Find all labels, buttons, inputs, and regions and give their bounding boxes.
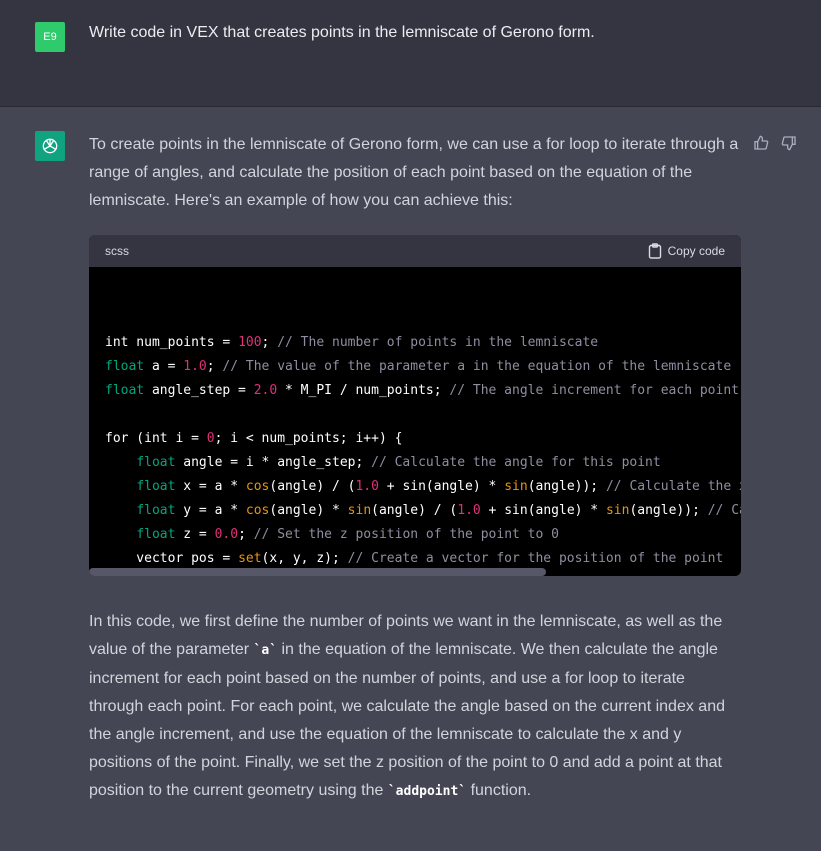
code-token: cos <box>245 479 270 494</box>
copy-code-label: Copy code <box>667 244 725 258</box>
code-token: // The angle increment for each point <box>449 383 739 398</box>
code-token: 1.0 <box>355 479 379 494</box>
code-token: y = a * <box>175 503 246 518</box>
code-content: int num_points = 100; // The number of p… <box>89 267 741 576</box>
code-token: ; <box>238 527 254 542</box>
code-token: 1.0 <box>183 359 207 374</box>
code-token: * M_PI / num_points; <box>277 383 450 398</box>
thumbs-up-icon[interactable] <box>753 135 769 151</box>
code-token: cos <box>245 503 270 518</box>
assistant-explanation: In this code, we first define the number… <box>89 608 741 806</box>
code-token: // The value of the parameter a in the e… <box>222 359 732 374</box>
code-line: float z = 0.0; // Set the z position of … <box>105 523 741 547</box>
code-token: float <box>105 383 145 398</box>
explanation-text: in the equation of the lemniscate. We th… <box>89 641 725 799</box>
code-token: (angle) / ( <box>371 503 458 518</box>
code-token: angle_step = <box>144 383 254 398</box>
user-message-row: E9 Write code in VEX that creates points… <box>0 0 821 107</box>
horizontal-scrollbar[interactable] <box>89 568 546 576</box>
code-token: 100 <box>238 335 262 350</box>
code-block: scss Copy code int num_points = 100; // … <box>89 235 741 576</box>
copy-code-button[interactable]: Copy code <box>648 237 725 265</box>
code-token: 0.0 <box>214 527 239 542</box>
code-token: float <box>105 359 145 374</box>
user-avatar: E9 <box>35 22 65 52</box>
explanation-text: function. <box>466 782 532 799</box>
code-token: sin <box>504 479 528 494</box>
code-token: 2.0 <box>253 383 278 398</box>
code-token: (angle)); <box>629 503 708 518</box>
code-token: float <box>136 503 176 518</box>
code-line: float angle = i * angle_step; // Calcula… <box>105 451 741 475</box>
code-token: ; <box>261 335 278 350</box>
code-line: for (int i = 0; i < num_points; i++) { <box>105 427 741 451</box>
user-message: Write code in VEX that creates points in… <box>89 24 595 41</box>
code-token: 0 <box>206 431 215 446</box>
code-token: sin <box>347 503 372 518</box>
code-token: for (int i = <box>105 431 207 446</box>
code-token: (angle) * <box>269 503 348 518</box>
clipboard-icon <box>648 243 661 259</box>
code-line: float a = 1.0; // The value of the param… <box>105 355 741 379</box>
code-token: z = <box>175 527 215 542</box>
code-token: (angle)); <box>527 479 606 494</box>
code-line: int num_points = 100; // The number of p… <box>105 331 741 355</box>
code-token: ; <box>206 359 223 374</box>
code-line: float x = a * cos(angle) / (1.0 + sin(an… <box>105 475 741 499</box>
code-token: vector pos = <box>105 551 239 566</box>
code-line: float angle_step = 2.0 * M_PI / num_poin… <box>105 379 741 403</box>
assistant-intro: To create points in the lemniscate of Ge… <box>89 136 739 209</box>
code-token: // Calculate the x <box>605 479 741 494</box>
code-token: + sin(angle) * <box>480 503 606 518</box>
inline-code-addpoint: `addpoint` <box>387 784 467 799</box>
code-token: // Set the z position of the point to 0 <box>253 527 559 542</box>
code-token: ; i < num_points; i++) { <box>214 431 403 446</box>
code-line: float y = a * cos(angle) * sin(angle) / … <box>105 499 741 523</box>
inline-code-a: `a` <box>253 643 278 658</box>
code-token: set <box>238 551 262 566</box>
code-token: float <box>136 455 176 470</box>
code-token: float <box>136 527 176 542</box>
code-language: scss <box>105 244 129 258</box>
code-token: 1.0 <box>457 503 481 518</box>
code-token: // Create a vector for the position of t… <box>347 551 724 566</box>
code-token: angle = i * angle_step; <box>175 455 372 470</box>
code-token: // The number of points in the lemniscat… <box>277 335 599 350</box>
code-token: sin <box>605 503 630 518</box>
code-token: float <box>136 479 176 494</box>
code-token: // Cal <box>707 503 741 518</box>
openai-logo-icon <box>35 131 65 161</box>
code-token: + sin(angle) * <box>378 479 505 494</box>
assistant-message-row: To create points in the lemniscate of Ge… <box>0 107 821 851</box>
code-token: (angle) / ( <box>269 479 356 494</box>
code-token: (x, y, z); <box>261 551 348 566</box>
code-token: x = a * <box>175 479 246 494</box>
code-token: // Calculate the angle for this point <box>371 455 661 470</box>
code-token: a = <box>144 359 184 374</box>
thumbs-down-icon[interactable] <box>781 135 797 151</box>
code-token: int num_points = <box>105 335 239 350</box>
